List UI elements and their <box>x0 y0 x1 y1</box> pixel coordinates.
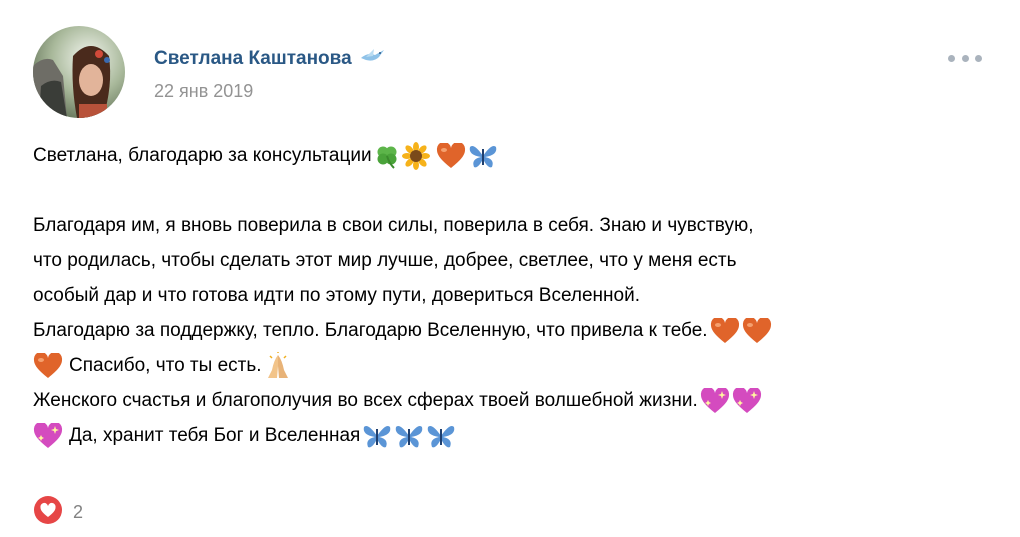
like-button[interactable]: 2 <box>33 496 83 529</box>
butterfly-icon <box>394 423 424 449</box>
text-line: что родилась, чтобы сделать этот мир луч… <box>33 250 737 271</box>
text-line: Спасибо, что ты есть. <box>33 348 993 383</box>
butterfly-icon <box>468 143 498 169</box>
dot <box>975 54 982 62</box>
text-line: Благодарю за поддержку, тепло. Благодарю… <box>33 313 993 348</box>
dot <box>948 54 955 62</box>
post-date[interactable]: 22 янв 2019 <box>154 81 253 102</box>
like-count: 2 <box>73 502 84 522</box>
butterfly-icon <box>362 423 392 449</box>
heart-icon[interactable] <box>33 496 63 529</box>
orange-heart-icon <box>742 317 772 344</box>
text-line: Женского счастья и благополучия во всех … <box>33 383 993 418</box>
orange-heart-icon <box>33 352 63 379</box>
butterfly-icon <box>426 423 456 449</box>
text-line: Благодаря им, я вновь поверила в свои си… <box>33 215 754 236</box>
more-options-button[interactable] <box>948 47 982 69</box>
author-avatar[interactable] <box>33 26 125 118</box>
post-text: Светлана, благодарю за консультации Благ… <box>33 138 993 453</box>
text-line: особый дар и что готова идти по этому пу… <box>33 285 640 306</box>
sparkling-heart-icon <box>732 387 762 414</box>
sunflower-icon <box>401 141 430 170</box>
sparkling-heart-icon <box>700 387 730 414</box>
blue-bird-icon <box>360 48 386 70</box>
author-name[interactable]: Светлана Каштанова <box>154 48 352 70</box>
four-leaf-clover-icon <box>374 143 400 169</box>
author-name-link[interactable]: Светлана Каштанова <box>154 48 386 70</box>
sparkling-heart-icon <box>33 422 63 449</box>
orange-heart-icon <box>436 142 466 169</box>
folded-hands-icon <box>264 351 292 380</box>
text-line: Да, хранит тебя Бог и Вселенная <box>33 418 993 453</box>
post-card: Светлана Каштанова 22 янв 2019 Светлана,… <box>0 0 1020 537</box>
text-line: Светлана, благодарю за консультации <box>33 138 993 173</box>
dot <box>961 54 969 62</box>
orange-heart-icon <box>710 317 740 344</box>
